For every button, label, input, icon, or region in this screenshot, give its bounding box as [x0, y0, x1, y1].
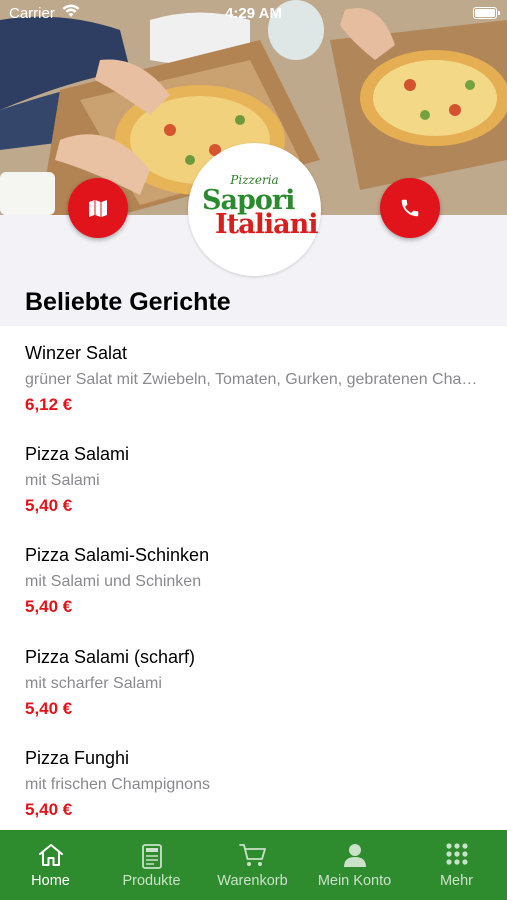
call-button[interactable] [380, 178, 440, 238]
tab-label: Mein Konto [317, 873, 392, 889]
tab-label: Mehr [439, 873, 474, 889]
tab-produkte[interactable]: Produkte [101, 830, 202, 900]
dish-price: 5,40 € [25, 597, 73, 616]
list-item[interactable]: Pizza Salami-Schinken mit Salami und Sch… [25, 545, 490, 617]
dish-description: mit Salami [25, 472, 100, 489]
menu-card-icon [141, 844, 162, 869]
tab-mein-konto[interactable]: Mein Konto [304, 830, 405, 900]
dish-name: Winzer Salat [25, 343, 128, 363]
tab-label: Warenkorb [217, 873, 288, 889]
status-time: 4:29 AM [225, 5, 282, 22]
list-item[interactable]: Pizza Salami mit Salami 5,40 € [25, 444, 490, 516]
dish-price: 6,12 € [25, 395, 73, 414]
home-icon [38, 844, 63, 866]
tab-label: Produkte [122, 873, 181, 889]
logo-italiani: Italiani [215, 209, 318, 240]
dish-description: mit Salami und Schinken [25, 573, 202, 590]
dish-description: grüner Salat mit Zwiebeln, Tomaten, Gurk… [25, 371, 487, 388]
dish-name: Pizza Salami-Schinken [25, 545, 210, 565]
tab-home[interactable]: Home [0, 830, 101, 900]
section-title: Beliebte Gerichte [25, 288, 231, 316]
dish-name: Pizza Salami [25, 444, 130, 464]
phone-icon [401, 199, 419, 217]
tab-mehr[interactable]: Mehr [406, 830, 507, 900]
cart-icon [238, 844, 266, 866]
list-item[interactable]: Winzer Salat grüner Salat mit Zwiebeln, … [25, 343, 490, 415]
map-icon [89, 200, 107, 217]
dish-price: 5,40 € [25, 800, 73, 819]
dish-price: 5,40 € [25, 496, 73, 515]
battery-icon [473, 7, 500, 19]
tab-bar: Home Produkte Warenkorb Mein Konto Mehr [0, 830, 507, 900]
dish-list: Winzer Salat grüner Salat mit Zwiebeln, … [0, 326, 507, 830]
status-bar: Carrier 4:29 AM [0, 0, 507, 28]
tab-label: Home [31, 873, 70, 889]
dish-price: 5,40 € [25, 699, 73, 718]
list-item[interactable]: Pizza Funghi mit frischen Champignons 5,… [25, 748, 490, 820]
map-button[interactable] [68, 178, 128, 238]
tab-warenkorb[interactable]: Warenkorb [202, 830, 303, 900]
dish-description: mit scharfer Salami [25, 675, 162, 692]
restaurant-logo: Pizzeria Sapori Italiani [188, 143, 321, 276]
dish-name: Pizza Salami (scharf) [25, 647, 196, 667]
grid-icon [445, 843, 468, 865]
list-item[interactable]: Pizza Salami (scharf) mit scharfer Salam… [25, 647, 490, 719]
dish-description: mit frischen Champignons [25, 776, 210, 793]
dish-name: Pizza Funghi [25, 748, 130, 768]
person-icon [343, 844, 366, 867]
